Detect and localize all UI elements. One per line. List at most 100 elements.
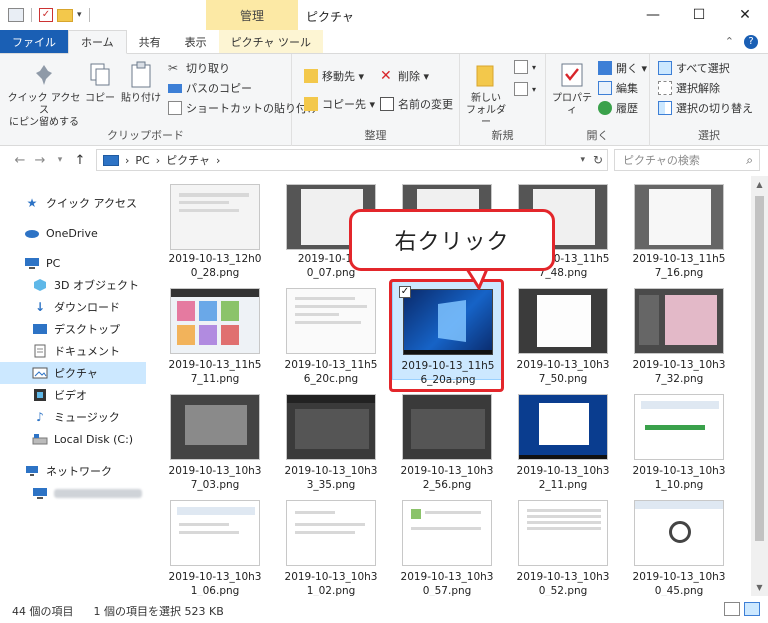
scroll-down-icon[interactable]: ▼ xyxy=(751,583,768,592)
organize-group-label: 整理 xyxy=(364,129,387,142)
window-icon[interactable] xyxy=(8,8,24,22)
open-icon xyxy=(598,61,612,75)
close-button[interactable]: ✕ xyxy=(722,0,768,30)
new-item-button[interactable]: ▾ xyxy=(514,60,536,74)
file-thumb[interactable]: 2019-10-13_11h5 7_16.png xyxy=(624,176,734,279)
nav-item-pictures[interactable]: ピクチャ xyxy=(0,362,146,384)
new-item-icon xyxy=(514,60,528,74)
file-thumb[interactable]: 2019-10-13_10h3 1_06.png xyxy=(160,492,270,596)
properties-button[interactable]: プロパティ xyxy=(550,60,594,117)
address-bar[interactable]: › PC › ピクチャ › ▾ ↻ xyxy=(96,149,608,171)
new-folder-quick-icon[interactable] xyxy=(57,8,73,22)
nav-item-3d-objects[interactable]: 3D オブジェクト xyxy=(0,274,146,296)
edit-button[interactable]: 編集 xyxy=(598,80,638,96)
pc-icon xyxy=(103,154,119,166)
tab-home[interactable]: ホーム xyxy=(68,30,127,54)
nav-item-downloads[interactable]: ↓ ダウンロード xyxy=(0,296,146,318)
file-thumb[interactable]: 2019-10-13_11h5 7_11.png xyxy=(160,280,270,385)
scrollbar-thumb[interactable] xyxy=(755,196,764,541)
tab-share[interactable]: 共有 xyxy=(127,30,173,53)
thumbnail-image xyxy=(518,288,608,354)
file-name-2: 2_11.png xyxy=(538,479,588,491)
file-thumb[interactable]: 2019-10-13_10h3 0_57.png xyxy=(392,492,502,596)
delete-button[interactable]: ✕ 削除 ▾ xyxy=(380,68,429,84)
manage-context-tab[interactable]: 管理 xyxy=(206,0,298,30)
copy-button[interactable]: コピー xyxy=(84,60,116,105)
search-input[interactable]: ピクチャの検索 ⌕ xyxy=(614,149,760,171)
help-icon[interactable]: ? xyxy=(744,34,758,49)
pin-quick-access-button[interactable]: クイック アクセス にピン留めする xyxy=(6,60,82,129)
vertical-scrollbar[interactable]: ▲ ▼ xyxy=(751,176,768,596)
large-icons-view-icon[interactable] xyxy=(744,602,760,616)
file-thumb[interactable]: 2019-10-13_12h0 0_28.png xyxy=(160,176,270,279)
nav-item-network-computer[interactable] xyxy=(0,482,146,504)
nav-item-documents[interactable]: ドキュメント xyxy=(0,340,146,362)
back-icon[interactable]: ← xyxy=(10,153,30,168)
nav-item-quick-access[interactable]: ★ クイック アクセス xyxy=(0,192,146,214)
invert-selection-button[interactable]: 選択の切り替え xyxy=(658,100,753,116)
thumbnail-image xyxy=(170,184,260,250)
select-none-button[interactable]: 選択解除 xyxy=(658,80,720,96)
cut-button[interactable]: ✂ 切り取り xyxy=(168,60,230,76)
tab-picture-tools[interactable]: ピクチャ ツール xyxy=(218,30,324,53)
properties-quick-icon[interactable]: ✓ xyxy=(39,8,53,22)
nav-item-pc[interactable]: PC xyxy=(0,252,146,274)
file-thumb[interactable]: 2019-10-13_11h5 6_20c.png xyxy=(276,280,386,385)
paste-icon xyxy=(127,60,155,90)
file-thumb[interactable]: 2019-10-13_10h3 1_10.png xyxy=(624,386,734,491)
rename-button[interactable]: 名前の変更 xyxy=(380,96,453,112)
move-to-button[interactable]: 移動先 ▾ xyxy=(304,68,364,84)
new-folder-button[interactable]: 新しい フォルダー xyxy=(464,60,508,129)
breadcrumb-separator: › xyxy=(216,153,221,167)
file-thumb[interactable]: 2019-10-13_10h3 7_03.png xyxy=(160,386,270,491)
customize-dropdown-icon[interactable]: ▾ xyxy=(77,10,82,20)
move-folder-icon xyxy=(304,69,318,83)
nav-item-music[interactable]: ♪ ミュージック xyxy=(0,406,146,428)
search-icon[interactable]: ⌕ xyxy=(746,153,753,168)
details-view-icon[interactable] xyxy=(724,602,740,616)
easy-access-button[interactable]: ▾ xyxy=(514,82,536,96)
copy-label: コピー xyxy=(85,93,115,104)
history-button[interactable]: 履歴 xyxy=(598,100,638,116)
copy-folder-icon xyxy=(304,97,318,111)
copy-path-button[interactable]: パスのコピー xyxy=(168,80,252,96)
nav-label: OneDrive xyxy=(46,226,98,240)
minimize-button[interactable]: — xyxy=(630,0,676,30)
file-thumb[interactable]: 2019-10-13_10h3 7_32.png xyxy=(624,280,734,385)
forward-icon[interactable]: → xyxy=(30,153,50,168)
file-thumb[interactable]: 2019-10-13_10h3 1_02.png xyxy=(276,492,386,596)
nav-label: ネットワーク xyxy=(46,465,112,478)
nav-item-local-disk[interactable]: Local Disk (C:) xyxy=(0,428,146,450)
file-thumb[interactable]: 2019-10-13_10h3 0_52.png xyxy=(508,492,618,596)
nav-item-videos[interactable]: ビデオ xyxy=(0,384,146,406)
nav-item-desktop[interactable]: デスクトップ xyxy=(0,318,146,340)
file-thumb[interactable]: 2019-10-13_10h3 3_35.png xyxy=(276,386,386,491)
file-thumb[interactable]: 2019-10-13_10h3 7_50.png xyxy=(508,280,618,385)
refresh-icon[interactable]: ↻ xyxy=(593,153,603,167)
nav-label: ドキュメント xyxy=(54,345,120,358)
nav-item-network[interactable]: ネットワーク xyxy=(0,460,146,482)
scroll-up-icon[interactable]: ▲ xyxy=(751,180,768,189)
address-dropdown-icon[interactable]: ▾ xyxy=(580,155,585,165)
file-thumb[interactable]: 2019-10-13_10h3 2_11.png xyxy=(508,386,618,491)
breadcrumb-pc[interactable]: PC xyxy=(135,154,149,167)
tab-file[interactable]: ファイル xyxy=(0,30,68,53)
paste-button[interactable]: 貼り付け xyxy=(118,60,164,105)
picture-icon xyxy=(32,366,48,380)
open-button[interactable]: 開く ▾ xyxy=(598,60,647,76)
new-group-label: 新規 xyxy=(491,129,514,142)
select-all-button[interactable]: すべて選択 xyxy=(658,60,730,76)
file-thumb[interactable]: 2019-10-13_10h3 2_56.png xyxy=(392,386,502,491)
up-icon[interactable]: ↑ xyxy=(70,153,90,168)
breadcrumb-pictures[interactable]: ピクチャ xyxy=(166,152,210,168)
maximize-button[interactable]: ☐ xyxy=(676,0,722,30)
file-thumb[interactable]: 2019-10-13_10h3 0_45.png xyxy=(624,492,734,596)
tab-view[interactable]: 表示 xyxy=(173,30,219,53)
copy-to-button[interactable]: コピー先 ▾ xyxy=(304,96,375,112)
recent-locations-icon[interactable]: ▾ xyxy=(50,155,70,165)
new-group: 新しい フォルダー ▾ ▾ 新規 xyxy=(460,54,546,146)
nav-item-onedrive[interactable]: OneDrive xyxy=(0,222,146,244)
address-row: ← → ▾ ↑ › PC › ピクチャ › ▾ ↻ ピクチャの検索 ⌕ xyxy=(0,146,768,174)
collapse-ribbon-icon[interactable]: ⌃ xyxy=(725,35,734,48)
delete-label: 削除 ▾ xyxy=(398,70,430,83)
